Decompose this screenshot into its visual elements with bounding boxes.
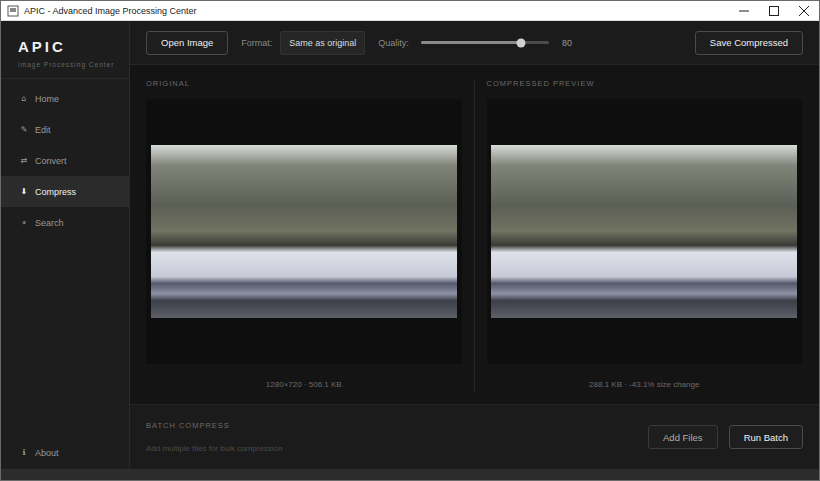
preview-panel: COMPRESSED PREVIEW 288.1 KB · -43.1% size… [487,79,803,404]
image-info: 1280×720 · 506.1 KB [146,364,462,404]
sidebar-item[interactable]: ✎ Edit [1,114,129,145]
maximize-icon [769,6,779,16]
nav-icon: ⇄ [19,156,29,165]
nav-label: Convert [35,156,67,166]
slider-track [421,41,549,44]
nav-icon: ⬇ [19,187,29,196]
batch-section: BATCH COMPRESS Add multiple files for bul… [130,404,819,469]
sidebar-item[interactable]: ⌕ Search [1,207,129,238]
nav-icon: ⌕ [19,218,29,228]
batch-button[interactable]: Add Files [648,425,718,449]
sidebar: APIC Image Processing Center ⌂ Home ✎ Edit ⇄ Co… [1,21,130,469]
sidebar-nav: ⌂ Home ✎ Edit ⇄ Convert ⬇ Compress ⌕ Search [1,79,129,238]
quality-value: 80 [562,38,572,48]
batch-buttons: Add Files Run Batch [648,425,803,449]
toolbar: Open Image Format: Same as original Quality… [130,21,819,65]
image-frame [487,99,803,364]
panel-title: ORIGINAL [146,79,462,91]
save-compressed-button[interactable]: Save Compressed [695,31,803,55]
sidebar-item[interactable]: ⌂ Home [1,83,129,114]
panel-title: COMPRESSED PREVIEW [487,79,803,91]
image-frame [146,99,462,364]
bottom-strip [1,469,819,480]
maximize-button[interactable] [759,1,789,20]
window-title: APIC - Advanced Image Processing Center [24,6,197,16]
nav-label: Edit [35,125,51,135]
batch-hint: Add multiple files for bulk compression [146,444,283,453]
info-icon: ℹ [19,448,29,457]
slider-thumb[interactable] [516,38,525,47]
format-select[interactable]: Same as original [280,31,365,55]
logo-subtitle: Image Processing Center [18,61,129,68]
app-window: APIC - Advanced Image Processing Center A… [0,0,820,481]
minimize-button[interactable] [729,1,759,20]
logo: APIC [18,38,129,55]
window-controls [729,1,819,20]
batch-text: BATCH COMPRESS Add multiple files for bul… [146,421,283,453]
batch-title: BATCH COMPRESS [146,421,283,430]
about-item[interactable]: ℹ About [1,437,129,468]
main-area: Open Image Format: Same as original Quality… [130,21,819,469]
sidebar-item[interactable]: ⇄ Convert [1,145,129,176]
slider-fill [421,41,521,44]
photo [491,145,797,318]
preview-panel: ORIGINAL 1280×720 · 506.1 KB [146,79,462,404]
panel-divider [474,79,475,392]
close-button[interactable] [789,1,819,20]
open-image-button[interactable]: Open Image [146,31,228,55]
preview-area: ORIGINAL 1280×720 · 506.1 KB COMPRESSED PR… [130,65,819,404]
nav-icon: ⌂ [19,94,29,103]
title-bar: APIC - Advanced Image Processing Center [1,1,819,21]
quality-label: Quality: [378,38,409,48]
app-icon [7,5,19,17]
batch-button[interactable]: Run Batch [729,425,803,449]
image-info: 288.1 KB · -43.1% size change [487,364,803,404]
nav-label: About [35,448,59,458]
close-icon [799,6,809,16]
quality-slider[interactable] [421,36,549,50]
nav-label: Search [35,218,64,228]
brand: APIC Image Processing Center [1,21,129,79]
nav-icon: ✎ [19,125,29,134]
photo [151,145,457,318]
app-body: APIC Image Processing Center ⌂ Home ✎ Edit ⇄ Co… [1,21,819,469]
nav-label: Compress [35,187,76,197]
format-label: Format: [241,38,272,48]
sidebar-item[interactable]: ⬇ Compress [1,176,129,207]
minimize-icon [739,6,749,16]
nav-label: Home [35,94,59,104]
